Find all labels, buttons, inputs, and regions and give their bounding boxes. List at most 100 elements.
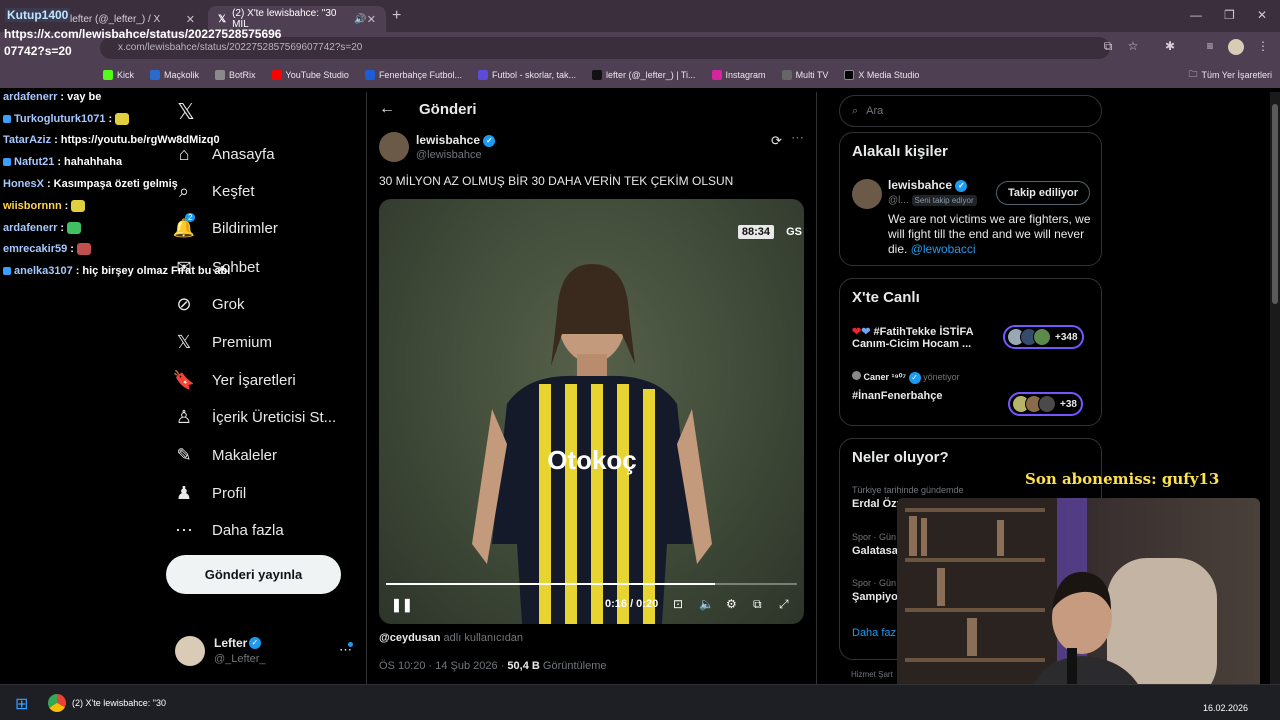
bookmark-label: YouTube Studio [285,70,349,80]
nav-item-makaleler[interactable]: ✎ Makaleler [172,440,277,470]
close-icon[interactable]: ✕ [367,13,376,26]
install-icon[interactable]: ⧉ [1100,39,1116,55]
chat-separator: : [108,112,113,125]
nav-label: İçerik Üreticisi St... [212,408,337,426]
captions-icon[interactable]: ⊡ [673,597,683,611]
futbol-icon [478,70,488,80]
heart-icon: ❤ [852,326,862,338]
nav-item-profil[interactable]: ♟ Profil [172,478,246,508]
taskbar-date: 16.02.2026 [1202,703,1248,713]
settings-icon[interactable]: ⚙ [726,597,737,611]
minimize-icon[interactable]: — [1190,8,1202,22]
video-progress[interactable] [386,583,797,585]
taskbar-chrome-app[interactable]: (2) X'te lewisbahce: "30 [48,691,166,715]
instagram-icon [711,70,722,80]
post-button[interactable]: Gönderi yayınla [166,555,341,594]
nav-label: Profil [212,484,247,502]
nav-item-premium[interactable]: 𝕏 Premium [172,327,272,357]
emote-icon [71,199,86,212]
sub-badge-icon [3,158,11,167]
bookmark-label: Tüm Yer İşaretleri [1201,70,1272,80]
more-icon[interactable]: ⋯ [791,130,804,146]
bookmark-instagram[interactable]: Instagram [704,70,774,80]
creator-icon: ♙ [175,406,193,427]
player-figure: Otokoç [472,264,712,624]
footer-terms[interactable]: Hizmet Şart [851,670,893,679]
search-icon: ⌕ [852,104,859,117]
bookmark-youtube-studio[interactable]: YouTube Studio [264,70,357,80]
author-handle[interactable]: @lewisbahce [416,149,482,161]
extensions-icon[interactable]: ✱ [1162,39,1178,55]
bookmark-fenerbahce[interactable]: Fenerbahçe Futbol... [357,70,470,80]
account-switcher[interactable]: Lefter ✓ @_Lefter_ ⋯ [175,634,355,674]
search-input[interactable]: ⌕ Ara [839,95,1102,127]
bookmark-label: Maçkolik [164,70,200,80]
live-title: #İnanFenerbahçe [852,389,943,402]
menu-icon[interactable]: ⋮ [1255,39,1271,55]
scrollbar-thumb[interactable] [1272,104,1278,304]
bookmark-label: Multi TV [795,70,829,80]
star-icon[interactable]: ☆ [1125,39,1141,55]
panel-title: Alakalı kişiler [852,143,948,160]
verified-icon: ✓ [955,179,968,192]
bookmark-x-media-studio[interactable]: X Media Studio [836,70,927,80]
media-icon[interactable]: ≡ [1202,39,1218,55]
video-controls: ❚❚ 0:16 / 0:20 ⊡ 🔈 ⚙ ⧉ ⤢ [379,591,804,621]
avatar[interactable] [852,179,882,209]
fullscreen-icon[interactable]: ⤢ [779,597,789,612]
listeners-stack[interactable]: +348 [1003,325,1084,349]
live-item[interactable]: Caner ¹⁹⁰⁷ ✓ yönetiyor #İnanFenerbahçe [852,371,1012,402]
nav-item-grok[interactable]: ⊘ Grok [172,289,244,319]
listener-count: +348 [1055,331,1078,343]
windows-start-icon[interactable]: ⊞ [15,694,28,714]
trend-item[interactable]: Spor · Gün Galatasa [852,532,898,557]
bookmark-futbol[interactable]: Futbol - skorlar, tak... [470,70,584,80]
x-icon [844,70,855,80]
back-arrow-icon[interactable]: ← [379,100,395,118]
profile-avatar-icon[interactable] [1228,39,1244,55]
pip-icon[interactable]: ⧉ [753,597,762,612]
trend-item[interactable]: Spor · Gün Şampiyo [852,578,898,603]
new-tab-icon[interactable]: + [392,7,401,25]
bookmark-multi-tv[interactable]: Multi TV [774,70,837,80]
bookmark-kick[interactable]: Kick [95,70,142,80]
nav-item-yer-i-şaretleri[interactable]: 🔖 Yer İşaretleri [172,365,296,395]
bookmark-tiktok[interactable]: lefter (@_lefter_) | Ti... [584,70,704,80]
video-progress-fill [386,583,715,585]
video-player[interactable]: 88:34 GS Otokoç ❚❚ 0:16 / 0:20 ⊡ 🔈 ⚙ ⧉ ⤢ [379,199,804,624]
close-window-icon[interactable]: ✕ [1257,8,1267,22]
article-icon: ✎ [176,444,192,465]
maximize-icon[interactable]: ❐ [1224,8,1235,22]
stream-url-overlay: https://x.com/lewisbahce/status/20227528… [4,27,282,58]
following-button[interactable]: Takip ediliyor [996,181,1090,205]
post-author[interactable]: lewisbahce ✓ @lewisbahce ⟳ ⋯ [379,130,809,166]
grok-icon[interactable]: ⟳ [771,133,782,149]
chat-text: hiç birşey olmaz Fırat bu abi [82,265,231,278]
pause-icon[interactable]: ❚❚ [391,597,413,613]
nav-item-daha-fazla[interactable]: ⋯ Daha fazla [172,515,284,545]
post-timestamp[interactable]: ÖS 10:20 · 14 Şub 2026 · [379,660,507,672]
all-bookmarks[interactable]: 🗀 Tüm Yer İşaretleri [1180,67,1280,83]
author-avatar[interactable] [379,132,409,162]
listeners-stack[interactable]: +38 [1008,392,1083,416]
audio-icon[interactable]: 🔊 [354,14,366,25]
live-item[interactable]: ❤❤ #FatihTekke İSTİFA Canım-Cicim Hocam … [852,325,1002,350]
volume-icon[interactable]: 🔈 [699,597,714,611]
shirt-sponsor: Otokoç [547,445,637,475]
trend-context: Türkiye tarihinde gündemde [852,485,964,495]
more-icon: ⋯ [175,519,193,540]
bookmark-mackolik[interactable]: Maçkolik [142,70,207,80]
bookmark-botrix[interactable]: BotRix [207,70,264,80]
bio-link[interactable]: @lewobacci [911,242,976,256]
credit-user[interactable]: @ceydusan [379,632,440,644]
youtube-icon [271,70,282,80]
nav-item-i-çerik-üreticisi-st-[interactable]: ♙ İçerik Üreticisi St... [172,402,336,432]
page-scrollbar[interactable] [1270,92,1280,684]
bookmark-label: Kick [117,70,135,80]
author-name[interactable]: lewisbahce ✓ [416,133,496,147]
show-more-link[interactable]: Daha faz [852,627,896,639]
user-name[interactable]: lewisbahce ✓ [888,178,968,192]
close-icon[interactable]: ✕ [186,13,195,26]
video-credit: @ceydusan adlı kullanıcıdan [379,632,523,644]
chat-separator: : [60,90,65,103]
